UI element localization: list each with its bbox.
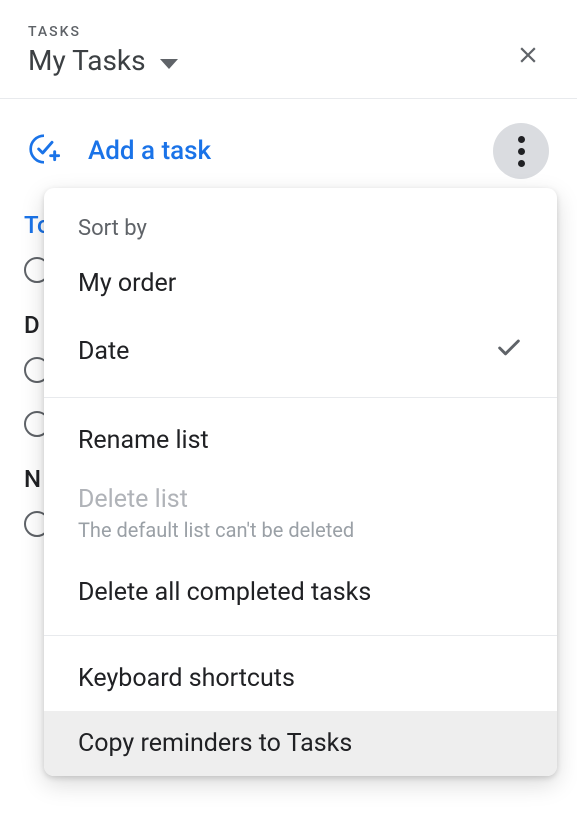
menu-item-label: Keyboard shortcuts <box>78 664 295 693</box>
header-left: TASKS My Tasks <box>28 24 178 77</box>
menu-sort-date[interactable]: Date <box>44 316 557 387</box>
menu-item-sublabel: The default list can't be deleted <box>78 518 523 542</box>
list-name: My Tasks <box>28 44 146 77</box>
options-menu: Sort by My order Date Rename list Delete… <box>44 188 557 776</box>
add-task-icon <box>28 133 60 169</box>
menu-delete-list: Delete list The default list can't be de… <box>44 473 557 560</box>
app-label: TASKS <box>28 24 178 40</box>
menu-item-label: Copy reminders to Tasks <box>78 729 352 758</box>
menu-item-label: Date <box>78 337 129 366</box>
check-icon <box>495 334 523 369</box>
menu-item-label: Delete all completed tasks <box>78 578 371 607</box>
more-options-button[interactable] <box>493 123 549 179</box>
close-button[interactable] <box>507 34 549 80</box>
menu-keyboard-shortcuts[interactable]: Keyboard shortcuts <box>44 646 557 711</box>
close-icon <box>515 42 541 68</box>
list-selector[interactable]: My Tasks <box>28 44 178 77</box>
menu-sort-label: Sort by <box>44 198 557 251</box>
menu-copy-reminders[interactable]: Copy reminders to Tasks <box>44 711 557 776</box>
header: TASKS My Tasks <box>0 0 577 99</box>
menu-item-label: My order <box>78 269 176 298</box>
add-task-label: Add a task <box>88 136 211 166</box>
menu-item-label: Rename list <box>78 426 209 455</box>
chevron-down-icon <box>160 59 178 69</box>
more-vertical-icon <box>518 136 525 167</box>
menu-item-label: Delete list <box>78 485 523 514</box>
menu-delete-completed[interactable]: Delete all completed tasks <box>44 560 557 625</box>
add-task-button[interactable]: Add a task <box>28 133 211 169</box>
menu-sort-my-order[interactable]: My order <box>44 251 557 316</box>
menu-rename-list[interactable]: Rename list <box>44 408 557 473</box>
